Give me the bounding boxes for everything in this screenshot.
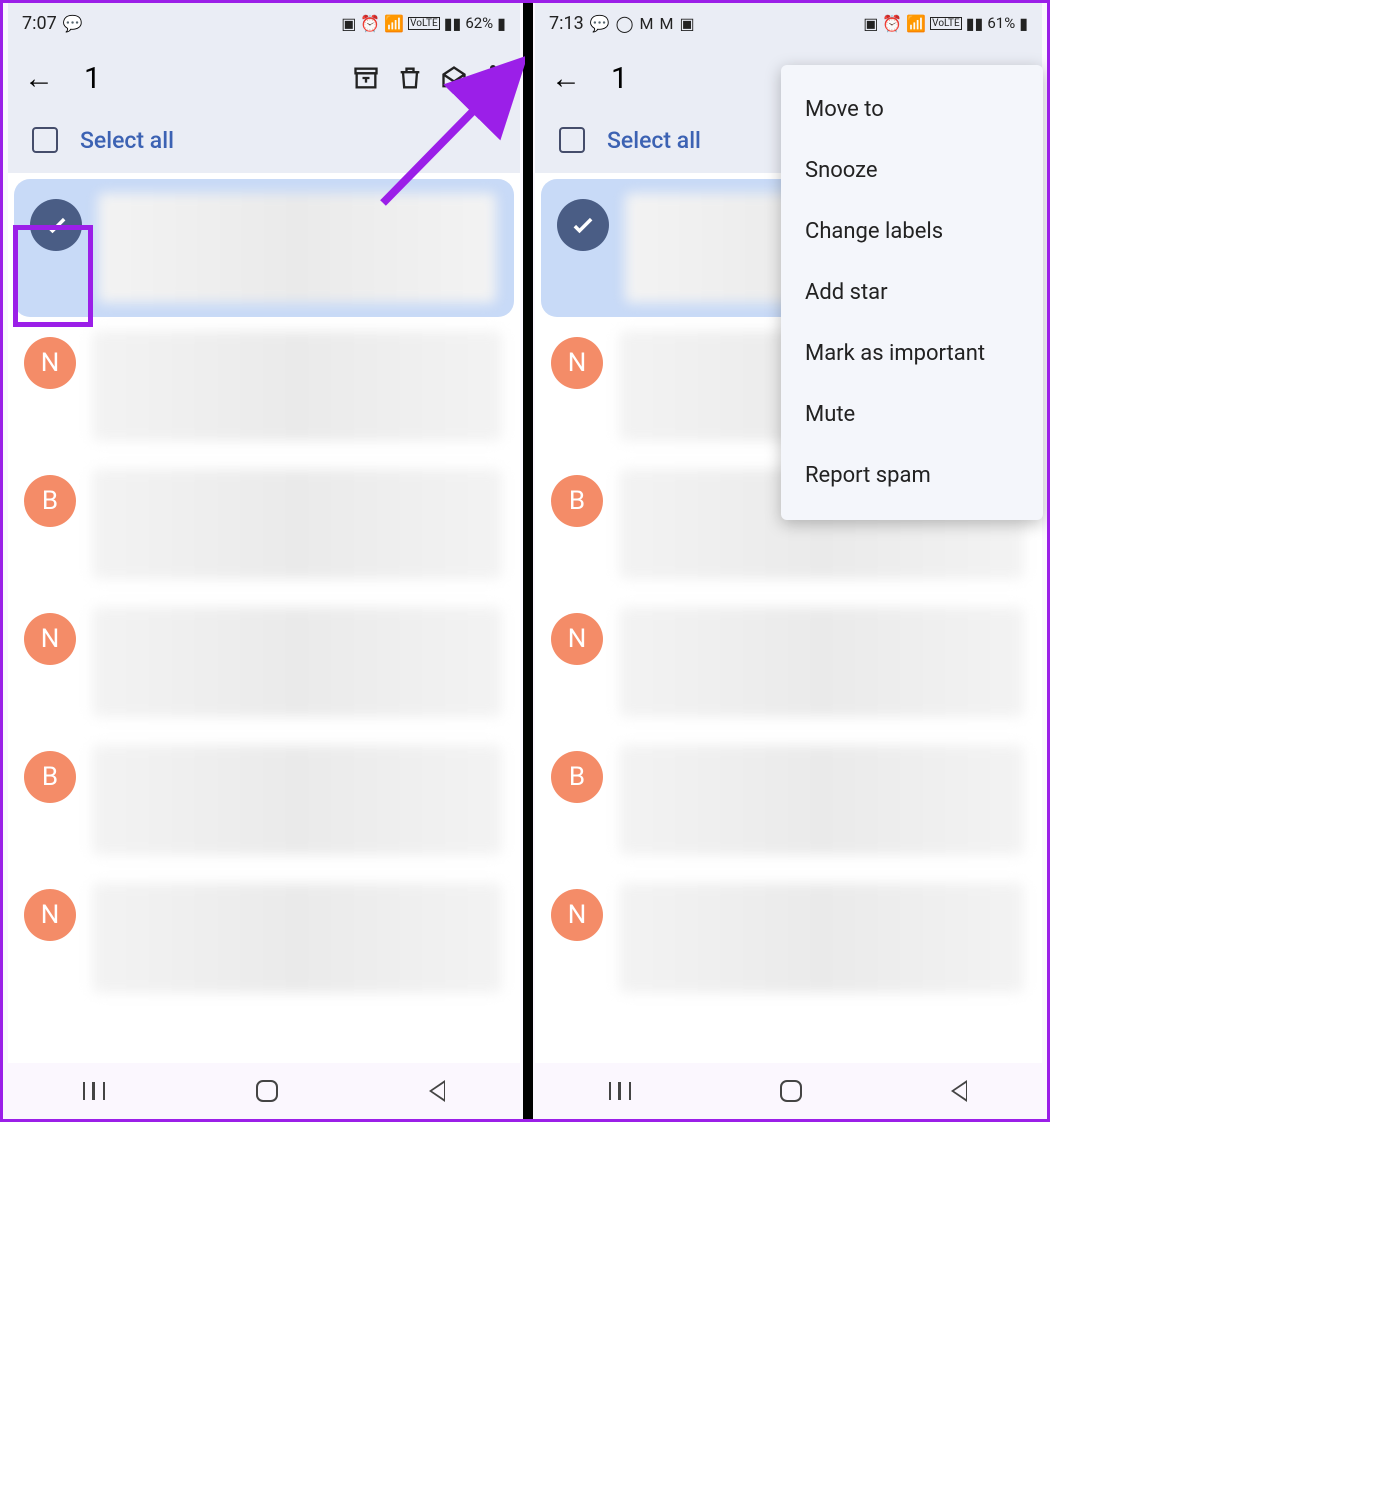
menu-snooze[interactable]: Snooze [781,140,1043,201]
email-preview-blurred [92,883,502,993]
sender-avatar[interactable]: N [551,613,603,665]
email-row[interactable]: N [8,593,520,731]
email-row[interactable]: N [8,869,520,1007]
nav-back-icon[interactable] [951,1080,967,1102]
email-preview-blurred [92,745,502,855]
select-all-label: Select all [80,127,174,154]
battery-saver-icon: ▣ [863,14,878,33]
sender-avatar[interactable]: B [24,475,76,527]
status-time: 7:07 [22,13,57,34]
sender-avatar[interactable]: N [24,337,76,389]
nav-home-icon[interactable] [256,1080,278,1102]
gmail-icon: M [640,14,654,33]
menu-mute[interactable]: Mute [781,384,1043,445]
email-preview-blurred [92,469,502,579]
whatsapp-icon: ◯ [616,14,634,33]
wifi-icon: 📶 [906,14,926,33]
email-row[interactable]: B [535,731,1042,869]
email-row[interactable]: N [8,317,520,455]
alarm-icon: ⏰ [360,14,380,33]
battery-icon: ▮ [497,14,506,33]
android-navbar [535,1063,1042,1119]
status-bar: 7:13 💬 ◯ M M ▣ ▣ ⏰ 📶 VoLTE ▮▮ 61% ▮ [535,3,1042,43]
select-all-label: Select all [607,127,701,154]
select-all-checkbox[interactable] [32,127,58,153]
email-preview-blurred [92,607,502,717]
battery-percent: 61% [987,14,1015,32]
chat-icon: 💬 [63,14,83,33]
email-preview-blurred [92,331,502,441]
sender-avatar[interactable]: B [551,475,603,527]
sender-avatar[interactable]: B [551,751,603,803]
sender-avatar[interactable]: N [24,613,76,665]
sender-avatar[interactable]: N [551,889,603,941]
nav-recent-icon[interactable] [83,1082,105,1100]
menu-change-labels[interactable]: Change labels [781,201,1043,262]
alarm-icon: ⏰ [882,14,902,33]
email-row[interactable]: N [535,593,1042,731]
wifi-icon: 📶 [384,14,404,33]
volte-icon: VoLTE [930,17,962,30]
menu-add-star[interactable]: Add star [781,262,1043,323]
nav-home-icon[interactable] [780,1080,802,1102]
select-all-checkbox[interactable] [559,127,585,153]
center-divider [523,3,533,1119]
signal-icon: ▮▮ [444,14,462,33]
email-preview-blurred [619,607,1024,717]
annotation-highlight-avatar [13,225,93,327]
email-preview-blurred [619,883,1024,993]
nav-back-icon[interactable] [429,1080,445,1102]
email-row[interactable]: B [8,731,520,869]
android-navbar [8,1063,520,1119]
back-arrow-icon[interactable]: ← [24,61,54,96]
phone-right: 7:13 💬 ◯ M M ▣ ▣ ⏰ 📶 VoLTE ▮▮ 61% ▮ ← 1 [525,3,1047,1119]
menu-move-to[interactable]: Move to [781,79,1043,140]
email-preview-blurred [619,745,1024,855]
selection-count: 1 [84,61,101,96]
annotation-arrow-more [373,83,513,217]
back-arrow-icon[interactable]: ← [551,61,581,96]
image-icon: ▣ [679,14,694,33]
menu-report-spam[interactable]: Report spam [781,445,1043,506]
email-row[interactable]: B [8,455,520,593]
overflow-menu: Move to Snooze Change labels Add star Ma… [781,65,1043,520]
menu-mark-important[interactable]: Mark as important [781,323,1043,384]
battery-percent: 62% [465,14,493,32]
selection-count: 1 [611,61,628,96]
status-time: 7:13 [549,13,584,34]
status-bar: 7:07 💬 ▣ ⏰ 📶 VoLTE ▮▮ 62% ▮ [8,3,520,43]
sender-avatar[interactable]: B [24,751,76,803]
gmail-icon: M [660,14,674,33]
nav-recent-icon[interactable] [609,1082,631,1100]
chat-icon: 💬 [590,14,610,33]
email-row[interactable]: N [535,869,1042,1007]
sender-avatar[interactable]: N [24,889,76,941]
battery-saver-icon: ▣ [341,14,356,33]
sender-avatar[interactable]: N [551,337,603,389]
volte-icon: VoLTE [408,17,440,30]
signal-icon: ▮▮ [966,14,984,33]
phone-left: 7:07 💬 ▣ ⏰ 📶 VoLTE ▮▮ 62% ▮ ← 1 [3,3,525,1119]
selected-check-avatar[interactable] [557,199,609,251]
battery-icon: ▮ [1019,14,1028,33]
